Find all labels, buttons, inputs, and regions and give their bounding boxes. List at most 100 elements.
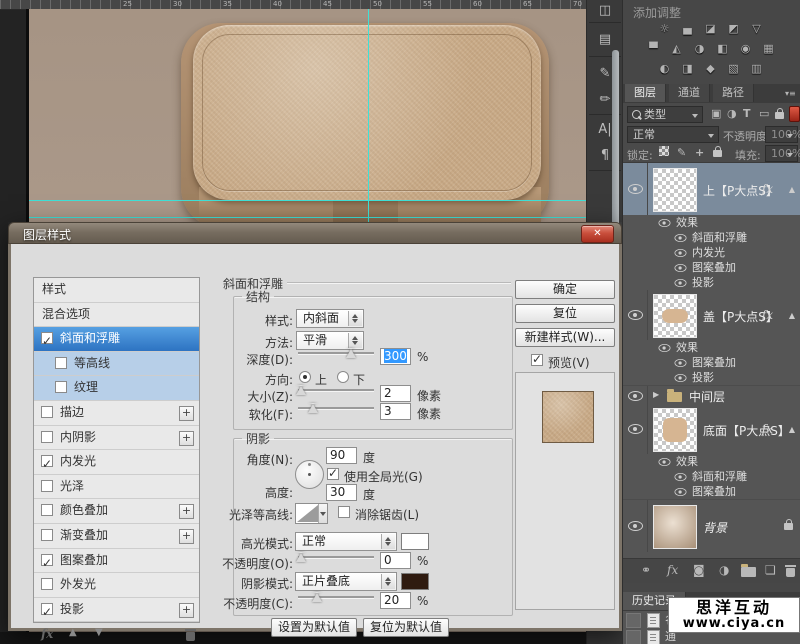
antialias-checkbox[interactable] [338, 506, 350, 518]
gradient-map-icon[interactable]: ▥ [747, 62, 766, 76]
styles-panel-icon[interactable]: ◫ [594, 1, 616, 21]
lock-position-icon[interactable]: + [695, 146, 704, 159]
new-group-icon[interactable] [741, 567, 756, 577]
visibility-eye-icon[interactable] [675, 359, 687, 367]
expand-group-icon[interactable]: ▶ [653, 390, 659, 399]
vibrance-icon[interactable]: ▽ [747, 22, 766, 36]
styles-item-blending-options[interactable]: 混合选项 [34, 303, 199, 328]
tab-channels[interactable]: 通道 [669, 84, 710, 102]
checkbox[interactable] [41, 529, 53, 541]
styles-item-pattern-overlay[interactable]: 图案叠加 [34, 549, 199, 574]
visibility-eye-icon[interactable] [659, 458, 671, 466]
history-brush-target[interactable] [626, 630, 641, 644]
link-layers-icon[interactable]: ⚭ [641, 563, 651, 577]
layer-filter-select[interactable]: 类型 [627, 106, 703, 123]
direction-up-radio[interactable] [299, 371, 311, 383]
collapse-effects-icon[interactable]: ▲ [785, 185, 799, 194]
layer-style-icon[interactable]: fx [667, 563, 678, 577]
checkbox[interactable] [41, 554, 53, 566]
clone-source-panel-icon[interactable]: ▤ [594, 30, 616, 50]
hue-saturation-icon[interactable]: ▀ [644, 42, 663, 56]
ok-button[interactable]: 确定 [515, 280, 615, 299]
styles-item-bevel-emboss[interactable]: 斜面和浮雕 [34, 327, 199, 352]
plus-button[interactable]: + [179, 529, 194, 544]
effect-row[interactable]: 投影 [623, 275, 800, 290]
checkbox[interactable] [41, 431, 53, 443]
styles-item-styles[interactable]: 样式 [34, 278, 199, 303]
visibility-eye-icon[interactable] [628, 184, 643, 194]
delete-layer-icon[interactable] [785, 565, 796, 577]
effect-row[interactable]: 斜面和浮雕 [623, 469, 800, 484]
effect-row[interactable]: 图案叠加 [623, 484, 800, 499]
highlight-opacity-input[interactable]: 0 [380, 552, 411, 569]
move-up-button[interactable]: ▲ [69, 627, 77, 638]
angle-dial[interactable] [295, 460, 324, 489]
filter-pixel-layers-icon[interactable]: ▣ [711, 107, 721, 120]
layer-thumbnail[interactable] [653, 294, 697, 338]
layer-name[interactable]: 底面【P大点S】 [703, 422, 790, 439]
visibility-eye-icon[interactable] [675, 234, 687, 242]
global-light-checkbox[interactable] [327, 468, 339, 480]
preview-checkbox[interactable] [531, 354, 543, 366]
styles-item-satin[interactable]: 光泽 [34, 475, 199, 500]
visibility-eye-icon[interactable] [675, 249, 687, 257]
styles-item-contour[interactable]: 等高线 [34, 352, 199, 377]
checkbox[interactable] [41, 406, 53, 418]
collapse-effects-icon[interactable]: ▲ [785, 311, 799, 320]
effect-row[interactable]: 投影 [623, 370, 800, 385]
styles-item-color-overlay[interactable]: 颜色叠加+ [34, 499, 199, 524]
checkbox[interactable] [41, 332, 53, 344]
filter-type-layers-icon[interactable]: T [743, 107, 751, 120]
fx-menu-button[interactable]: fx [41, 627, 53, 641]
levels-icon[interactable]: ▄ [678, 22, 697, 36]
visibility-eye-icon[interactable] [628, 521, 643, 531]
exposure-icon[interactable]: ◩ [724, 22, 743, 36]
effect-row[interactable]: 内发光 [623, 245, 800, 260]
styles-item-texture[interactable]: 纹理 [34, 376, 199, 401]
brightness-contrast-icon[interactable]: ☼ [655, 22, 674, 36]
visibility-eye-icon[interactable] [675, 279, 687, 287]
new-layer-icon[interactable]: ❏ [765, 563, 776, 577]
layer-row-bottom[interactable]: 底面【P大点S】 fx ▲ [623, 404, 800, 454]
group-name[interactable]: 中间层 [689, 388, 725, 405]
size-input[interactable]: 2 [380, 385, 411, 402]
shadow-opacity-slider[interactable] [298, 592, 374, 602]
set-default-button[interactable]: 设置为默认值 [271, 618, 357, 637]
fill-select[interactable]: 100% [765, 145, 798, 162]
layer-name[interactable]: 背景 [703, 519, 727, 536]
checkbox[interactable] [41, 504, 53, 516]
channel-mixer-icon[interactable]: ◉ [736, 42, 755, 56]
filter-toggle-icon[interactable] [789, 106, 800, 122]
plus-button[interactable]: + [179, 406, 194, 421]
visibility-eye-icon[interactable] [628, 424, 643, 434]
highlight-opacity-slider[interactable] [298, 552, 374, 562]
threshold-icon[interactable]: ◆ [701, 62, 720, 76]
checkbox[interactable] [55, 381, 67, 393]
tab-paths[interactable]: 路径 [713, 84, 754, 102]
photo-filter-icon[interactable]: ◧ [713, 42, 732, 56]
visibility-eye-icon[interactable] [628, 310, 643, 320]
add-mask-icon[interactable]: ◙ [693, 563, 705, 577]
lock-all-icon[interactable] [713, 150, 722, 157]
styles-item-inner-shadow[interactable]: 内阴影+ [34, 426, 199, 451]
effects-row[interactable]: 效果 [623, 215, 800, 230]
lock-transparency-icon[interactable] [659, 146, 669, 156]
filter-adjustment-layers-icon[interactable]: ◑ [727, 107, 737, 120]
soften-input[interactable]: 3 [380, 403, 411, 420]
close-button[interactable]: ✕ [581, 225, 614, 243]
shadow-mode-select[interactable]: 正片叠底 [295, 572, 397, 591]
visibility-eye-icon[interactable] [675, 473, 687, 481]
visibility-eye-icon[interactable] [628, 391, 643, 401]
depth-slider[interactable] [298, 348, 374, 358]
effects-row[interactable]: 效果 [623, 340, 800, 355]
styles-item-stroke[interactable]: 描边+ [34, 401, 199, 426]
effects-row[interactable]: 效果 [623, 454, 800, 469]
black-white-icon[interactable]: ◑ [690, 42, 709, 56]
reset-default-button[interactable]: 复位为默认值 [363, 618, 449, 637]
highlight-mode-select[interactable]: 正常 [295, 532, 397, 551]
dialog-titlebar[interactable]: 图层样式 ✕ [8, 222, 622, 244]
styles-item-inner-glow[interactable]: 内发光 [34, 450, 199, 475]
highlight-color-swatch[interactable] [401, 533, 429, 550]
layer-row-background[interactable]: 背景 [623, 499, 800, 552]
new-style-button[interactable]: 新建样式(W)... [515, 328, 615, 347]
